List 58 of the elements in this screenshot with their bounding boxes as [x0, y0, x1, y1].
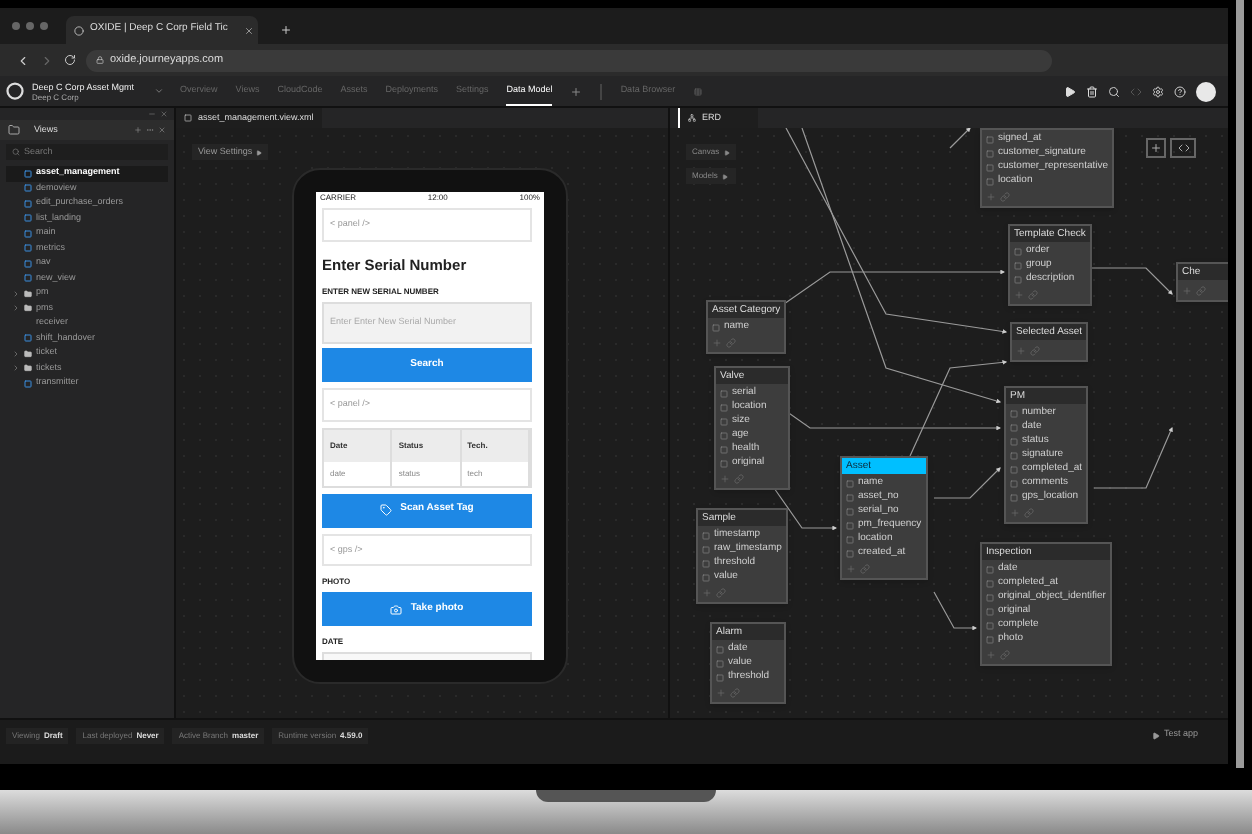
add-icon[interactable] — [986, 650, 996, 660]
folder-icon — [24, 304, 32, 313]
search-icon[interactable] — [1108, 85, 1120, 97]
folder-icon — [24, 289, 32, 298]
camera-icon — [390, 603, 403, 616]
diagram-icon — [688, 114, 696, 122]
code-view-button[interactable] — [1170, 138, 1196, 158]
trash-icon[interactable] — [1086, 85, 1098, 97]
reload-icon[interactable] — [64, 54, 76, 66]
folder-icon — [24, 349, 32, 358]
link-icon[interactable] — [1028, 290, 1038, 300]
link-icon[interactable] — [730, 688, 740, 698]
avatar[interactable] — [1196, 81, 1216, 101]
play-icon — [723, 149, 730, 155]
file-icon — [184, 114, 192, 122]
add-icon[interactable] — [1016, 346, 1026, 356]
add-icon[interactable] — [720, 474, 730, 484]
lock-icon — [96, 56, 104, 64]
add-icon[interactable] — [1010, 508, 1020, 518]
play-icon — [1151, 731, 1160, 739]
caret-icon[interactable] — [154, 86, 165, 96]
play-icon — [721, 173, 728, 179]
link-icon[interactable] — [1000, 192, 1010, 202]
link-icon[interactable] — [734, 474, 744, 484]
view-file-icon — [24, 334, 32, 343]
add-icon[interactable] — [846, 564, 856, 574]
add-icon[interactable] — [1182, 286, 1192, 296]
link-icon[interactable] — [726, 338, 736, 348]
plus-icon — [1150, 142, 1162, 154]
folder-icon — [24, 364, 32, 373]
link-icon[interactable] — [716, 588, 726, 598]
new-tab-icon[interactable] — [280, 24, 292, 36]
tag-icon — [380, 504, 393, 516]
add-icon[interactable] — [986, 192, 996, 202]
forward-icon[interactable] — [40, 53, 54, 67]
add-icon[interactable] — [1014, 290, 1024, 300]
link-icon[interactable] — [1024, 508, 1034, 518]
code-icon[interactable] — [1130, 85, 1142, 97]
help-icon[interactable] — [1174, 85, 1186, 97]
app-logo-icon[interactable] — [6, 82, 24, 100]
link-icon[interactable] — [1000, 650, 1010, 660]
link-icon[interactable] — [1196, 286, 1206, 296]
add-model-button[interactable] — [1146, 138, 1166, 158]
settings-icon[interactable] — [1152, 85, 1164, 97]
add-tab-icon[interactable] — [570, 85, 583, 97]
play-icon — [256, 149, 263, 155]
back-icon[interactable] — [16, 53, 30, 67]
link-icon[interactable] — [1030, 346, 1040, 356]
play-icon[interactable] — [1064, 85, 1076, 97]
code-icon — [1177, 142, 1189, 154]
search-icon — [12, 148, 20, 156]
view-file-icon — [24, 379, 32, 388]
views-icon — [8, 124, 20, 136]
add-icon[interactable] — [712, 338, 722, 348]
site-icon — [74, 25, 84, 35]
add-icon[interactable] — [716, 688, 726, 698]
link-icon[interactable] — [860, 564, 870, 574]
add-icon[interactable] — [702, 588, 712, 598]
